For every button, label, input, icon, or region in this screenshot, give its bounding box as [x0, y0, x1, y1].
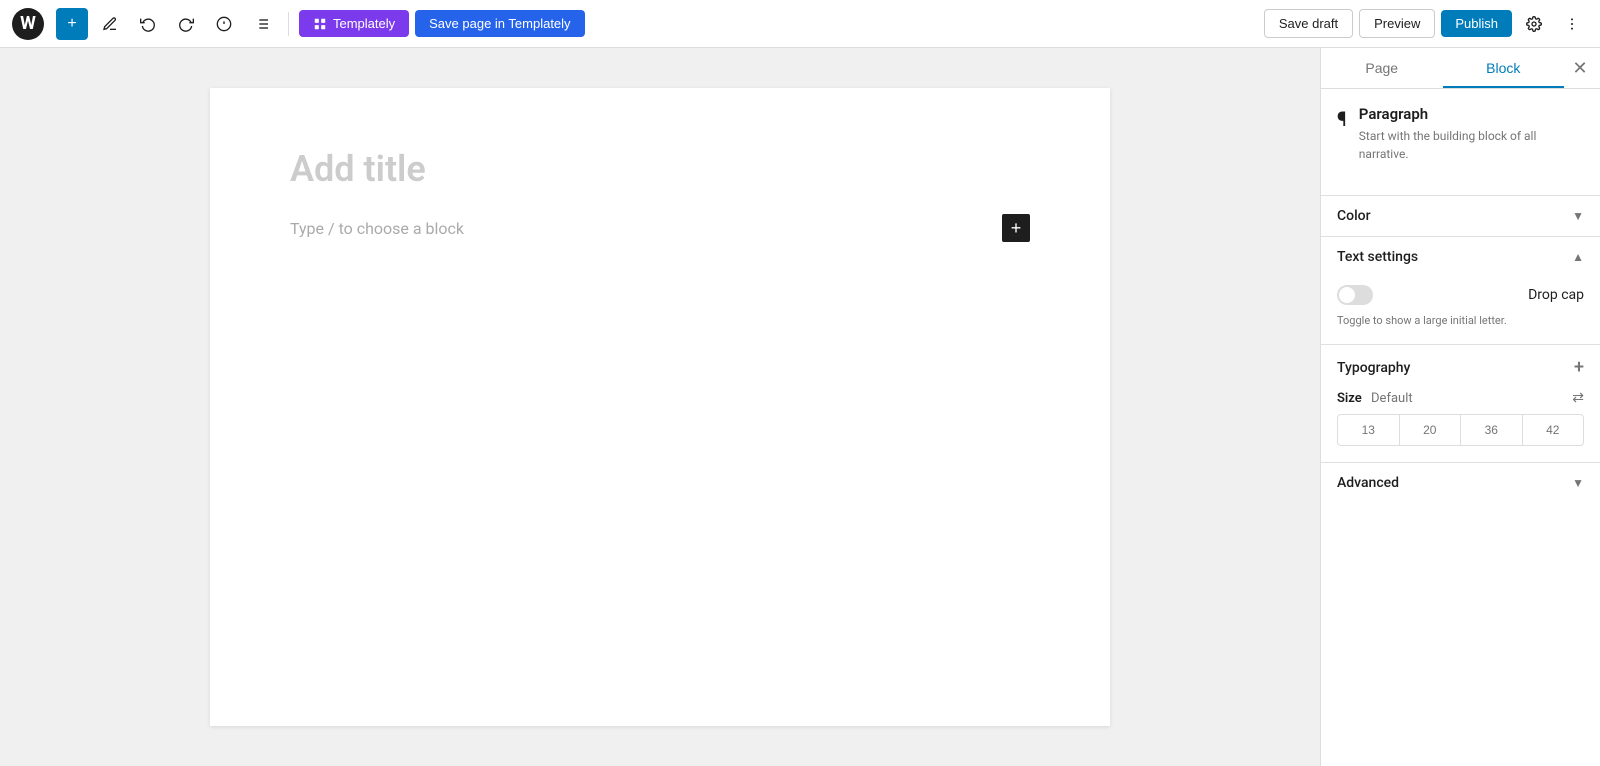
- text-settings-body: Drop cap Toggle to show a large initial …: [1321, 277, 1600, 344]
- text-settings-header[interactable]: Text settings ▲: [1321, 237, 1600, 277]
- templately-label: Templately: [333, 16, 395, 31]
- color-section-header[interactable]: Color ▼: [1321, 196, 1600, 236]
- drop-cap-label: Drop cap: [1528, 287, 1584, 303]
- size-row: Size Default ⇄: [1321, 390, 1600, 414]
- sidebar-close-button[interactable]: ✕: [1564, 52, 1596, 84]
- publish-button[interactable]: Publish: [1441, 10, 1512, 37]
- sidebar-tabs: Page Block ✕: [1321, 48, 1600, 89]
- text-settings-chevron-icon: ▲: [1572, 250, 1584, 264]
- wp-logo: W: [12, 8, 44, 40]
- list-view-button[interactable]: [246, 8, 278, 40]
- redo-button[interactable]: [170, 8, 202, 40]
- info-button[interactable]: [208, 8, 240, 40]
- color-chevron-icon: ▼: [1572, 209, 1584, 223]
- settings-button[interactable]: [1518, 8, 1550, 40]
- tab-block[interactable]: Block: [1443, 48, 1565, 88]
- block-panel-header: ¶ Paragraph Start with the building bloc…: [1321, 89, 1600, 195]
- block-placeholder[interactable]: Type / to choose a block: [290, 219, 992, 238]
- font-size-selector: 13 20 36 42: [1337, 414, 1584, 446]
- font-size-13-button[interactable]: 13: [1338, 415, 1400, 445]
- add-block-inline-button[interactable]: +: [1002, 214, 1030, 242]
- font-size-42-button[interactable]: 42: [1523, 415, 1584, 445]
- size-label: Size Default: [1337, 391, 1413, 406]
- add-block-button[interactable]: +: [56, 8, 88, 40]
- toolbar: W + Templately Save page in Templately: [0, 0, 1600, 48]
- block-description: Start with the building block of all nar…: [1359, 127, 1584, 163]
- drop-cap-row: Drop cap: [1337, 285, 1584, 305]
- more-options-button[interactable]: [1556, 8, 1588, 40]
- size-controls-icon[interactable]: ⇄: [1572, 390, 1584, 406]
- undo-button[interactable]: [132, 8, 164, 40]
- block-text-info: Paragraph Start with the building block …: [1359, 105, 1584, 163]
- editor-canvas: Add title Type / to choose a block +: [210, 88, 1110, 726]
- typography-section-header[interactable]: Typography +: [1321, 344, 1600, 390]
- save-page-templately-button[interactable]: Save page in Templately: [415, 10, 584, 37]
- toolbar-separator: [288, 12, 289, 36]
- templately-button[interactable]: Templately: [299, 10, 409, 37]
- color-section: Color ▼: [1321, 195, 1600, 236]
- drop-cap-hint: Toggle to show a large initial letter.: [1337, 313, 1584, 328]
- block-title: Paragraph: [1359, 105, 1584, 123]
- block-area: Type / to choose a block +: [290, 214, 1030, 242]
- drop-cap-toggle[interactable]: [1337, 285, 1373, 305]
- pen-tool-button[interactable]: [94, 8, 126, 40]
- editor-area: Add title Type / to choose a block +: [0, 48, 1320, 766]
- tab-page[interactable]: Page: [1321, 48, 1443, 88]
- save-draft-button[interactable]: Save draft: [1264, 9, 1353, 38]
- main-layout: Add title Type / to choose a block + Pag…: [0, 48, 1600, 766]
- page-title-placeholder[interactable]: Add title: [290, 148, 1030, 190]
- font-size-36-button[interactable]: 36: [1461, 415, 1523, 445]
- block-info: ¶ Paragraph Start with the building bloc…: [1337, 105, 1584, 163]
- advanced-section-header[interactable]: Advanced ▼: [1321, 463, 1600, 503]
- font-size-20-button[interactable]: 20: [1400, 415, 1462, 445]
- sidebar: Page Block ✕ ¶ Paragraph Start with the …: [1320, 48, 1600, 766]
- paragraph-icon: ¶: [1337, 107, 1347, 131]
- advanced-section: Advanced ▼: [1321, 462, 1600, 503]
- preview-button[interactable]: Preview: [1359, 9, 1435, 38]
- advanced-chevron-icon: ▼: [1572, 476, 1584, 490]
- text-settings-section: Text settings ▲ Drop cap Toggle to show …: [1321, 236, 1600, 344]
- typography-add-icon[interactable]: +: [1574, 357, 1584, 378]
